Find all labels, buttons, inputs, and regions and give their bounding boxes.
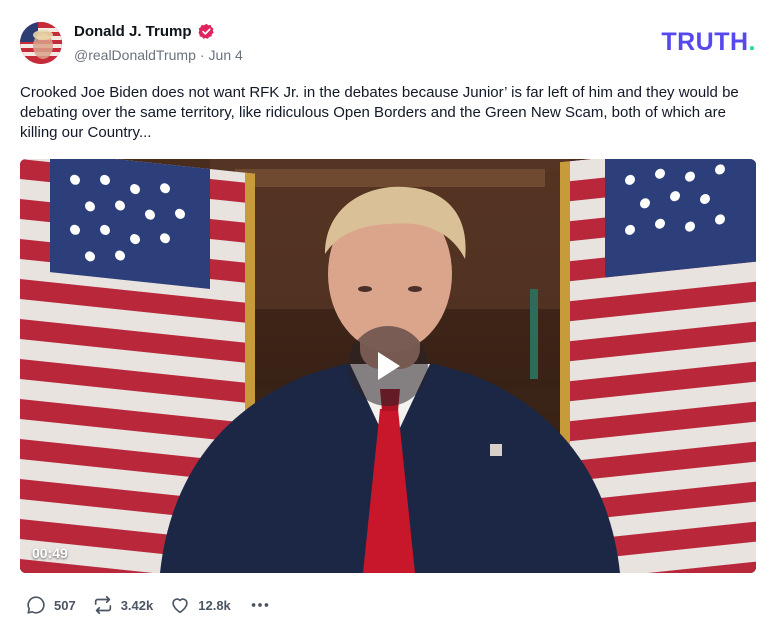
- meta-separator: ·: [199, 47, 205, 63]
- retruth-button[interactable]: 3.42k: [92, 594, 154, 616]
- more-dots-icon: [251, 603, 269, 607]
- retruth-icon: [94, 595, 111, 615]
- like-button[interactable]: 12.8k: [169, 594, 231, 616]
- video-duration: 00:49: [32, 545, 68, 561]
- truth-logo[interactable]: TRUTH.: [661, 28, 756, 57]
- retruth-count: 3.42k: [120, 597, 154, 613]
- play-icon: [378, 352, 400, 380]
- avatar[interactable]: [20, 22, 62, 64]
- post-date[interactable]: Jun 4: [209, 47, 243, 63]
- reply-count: 507: [54, 597, 76, 613]
- post-actions: 507 3.42k 12.8k: [25, 594, 287, 616]
- author-name[interactable]: Donald J. Trump: [74, 23, 192, 40]
- video-player[interactable]: 00:49: [20, 159, 756, 573]
- heart-icon: [172, 598, 188, 614]
- truth-logo-text: TRUTH: [661, 28, 749, 56]
- verified-badge-icon: [198, 23, 214, 39]
- play-button[interactable]: [348, 326, 428, 406]
- more-options-button[interactable]: [249, 594, 271, 616]
- reply-icon: [27, 596, 45, 614]
- reply-button[interactable]: 507: [25, 594, 76, 616]
- post-text: Crooked Joe Biden does not want RFK Jr. …: [20, 84, 739, 141]
- avatar-flag-image: [20, 22, 62, 64]
- like-count: 12.8k: [198, 597, 231, 613]
- truth-logo-dot: .: [748, 28, 756, 56]
- author-handle[interactable]: @realDonaldTrump: [74, 47, 196, 63]
